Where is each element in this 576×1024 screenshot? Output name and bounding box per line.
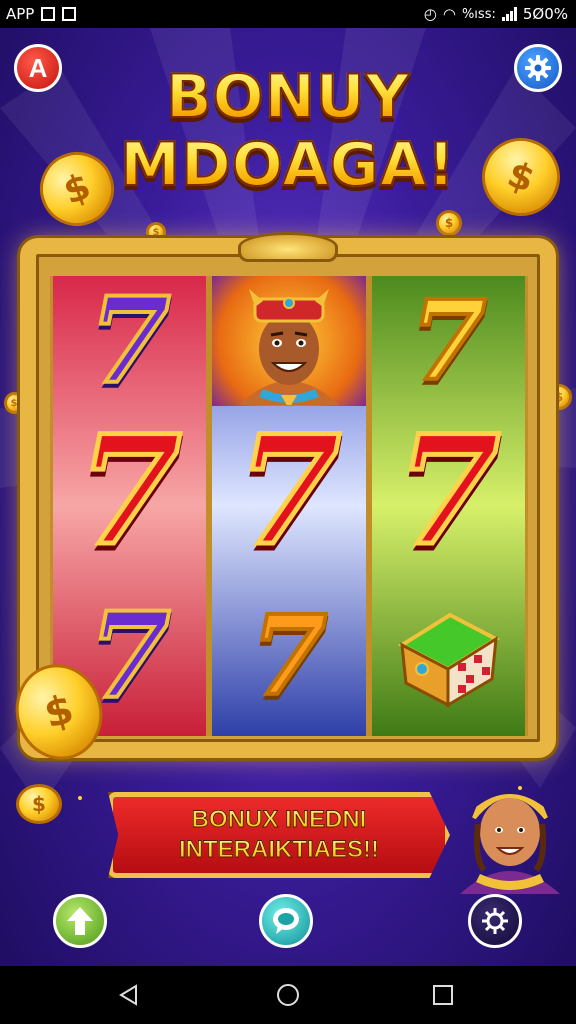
status-bar: APP ◴ ◠ %ıss: 5Ø0%	[0, 0, 576, 28]
bonus-banner[interactable]: BONUX INEDNI INTERAIKTIAES!!	[108, 792, 450, 878]
reel-2[interactable]: 7 7	[209, 276, 369, 736]
home-button[interactable]	[53, 894, 107, 948]
purple-seven-icon: 7	[87, 586, 173, 725]
home-arrow-icon	[67, 907, 93, 935]
treasure-house-icon	[398, 612, 501, 708]
red-seven-icon: 7	[75, 403, 184, 579]
chat-button[interactable]	[259, 894, 313, 948]
reel-symbol-treasure-house	[372, 576, 525, 736]
status-text: %ıss:	[461, 6, 496, 22]
banner-line2: INTERAIKTIAES!!	[179, 836, 380, 864]
navigation-bar	[0, 966, 576, 1024]
reel-symbol-red-seven: 7	[212, 406, 365, 576]
menu-settings-button[interactable]	[468, 894, 522, 948]
red-seven-icon: 7	[394, 403, 503, 579]
game-title-line1: BONUY	[0, 61, 576, 133]
recents-square-icon[interactable]	[432, 984, 454, 1006]
app-label: APP	[6, 5, 35, 23]
reel-symbol-red-seven: 7	[372, 406, 525, 576]
red-seven-icon: 7	[234, 403, 343, 579]
reel-symbol-red-seven: 7	[53, 406, 206, 576]
battery-text: 5Ø0%	[522, 5, 568, 23]
coin-icon: $	[436, 210, 462, 236]
host-character-avatar	[460, 794, 560, 894]
gallery-notification-icon	[41, 7, 56, 21]
reel-symbol-gold-seven: 7	[372, 276, 525, 406]
home-circle-icon[interactable]	[276, 983, 300, 1007]
reels[interactable]: 7 7 7 7 7 7 7	[50, 276, 528, 736]
purple-seven-icon: 7	[87, 276, 173, 410]
signal-icon	[501, 7, 517, 21]
gold-seven-icon: 7	[408, 276, 489, 405]
reel-symbol-tribal-chief	[212, 276, 366, 406]
back-icon[interactable]	[118, 984, 140, 1006]
frame-crest-ornament	[238, 232, 338, 262]
photo-notification-icon	[62, 7, 77, 21]
reel-symbol-purple-seven: 7	[53, 276, 206, 406]
gear-icon	[482, 908, 508, 934]
alarm-icon: ◴	[423, 5, 437, 23]
gold-seven-icon: 7	[249, 591, 330, 720]
reel-symbol-gold-seven: 7	[212, 576, 365, 736]
reel-3[interactable]: 7 7	[368, 276, 528, 736]
wifi-icon: ◠	[442, 5, 456, 23]
coin-icon: $	[16, 784, 62, 824]
banner-line1: BONUX INEDNI	[191, 806, 367, 834]
tribal-chief-portrait-icon	[238, 289, 339, 405]
chat-bubble-icon	[273, 908, 299, 934]
